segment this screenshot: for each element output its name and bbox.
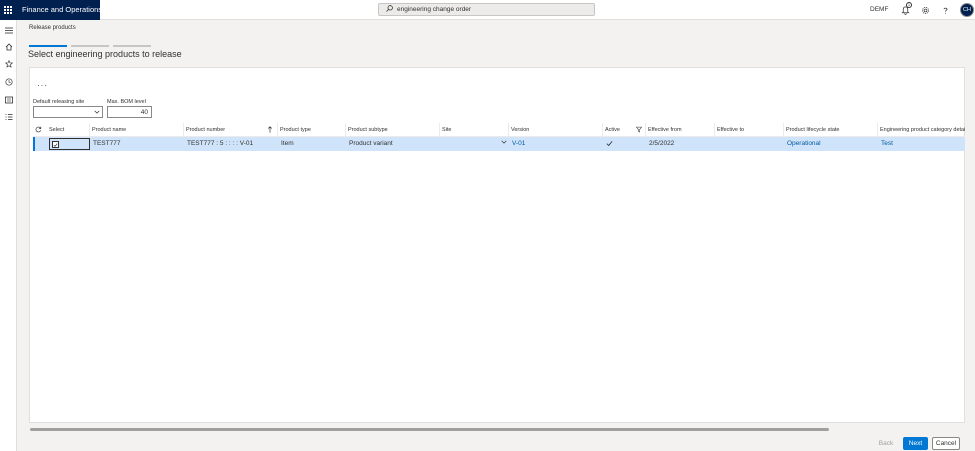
page-title: Select engineering products to release xyxy=(28,49,182,59)
product-number-cell[interactable]: TEST777 : 5 : : : : V-01 xyxy=(185,137,279,151)
navigation-rail xyxy=(0,20,17,451)
star-icon[interactable] xyxy=(3,58,14,69)
back-button[interactable]: Back xyxy=(873,437,899,450)
version-cell[interactable]: V-01 xyxy=(510,137,604,151)
column-header-effective-from[interactable]: Effective from xyxy=(645,123,714,137)
search-input[interactable]: engineering change order xyxy=(397,6,471,13)
hamburger-icon[interactable] xyxy=(3,25,14,36)
clock-icon[interactable] xyxy=(3,76,14,87)
site-dropdown[interactable] xyxy=(33,106,103,118)
scrollbar-thumb[interactable] xyxy=(30,428,829,431)
site-cell[interactable] xyxy=(441,137,510,151)
workspace-icon[interactable] xyxy=(3,94,14,105)
waffle-icon[interactable] xyxy=(0,0,16,20)
list-icon[interactable] xyxy=(3,111,14,122)
column-header-product-name[interactable]: Product name xyxy=(89,123,183,137)
column-header-active[interactable]: Active xyxy=(602,123,634,137)
table-row[interactable]: TEST777 TEST777 : 5 : : : : V-01 Item Pr… xyxy=(33,137,965,151)
next-button[interactable]: Next xyxy=(903,437,928,450)
bom-level-label: Max. BOM level xyxy=(107,99,146,105)
content-card: ··· Default releasing site Max. BOM leve… xyxy=(29,67,965,423)
checkmark-icon xyxy=(53,142,58,147)
top-navigation-bar: Finance and Operations engineering chang… xyxy=(0,0,975,20)
refresh-icon[interactable] xyxy=(33,123,47,137)
column-header-site[interactable]: Site xyxy=(439,123,508,137)
effective-from-cell[interactable]: 2/5/2022 xyxy=(647,137,716,151)
effective-to-cell[interactable] xyxy=(716,137,785,151)
product-name-cell[interactable]: TEST777 xyxy=(91,137,185,151)
column-header-effective-to[interactable]: Effective to xyxy=(714,123,783,137)
wizard-step-1 xyxy=(29,45,67,47)
product-type-cell[interactable]: Item xyxy=(279,137,347,151)
select-cell[interactable] xyxy=(49,138,90,150)
chevron-down-icon[interactable] xyxy=(501,137,507,151)
cancel-button[interactable]: Cancel xyxy=(932,437,960,450)
notification-badge: 1 xyxy=(906,2,912,8)
more-options-icon[interactable]: ··· xyxy=(37,81,48,90)
help-icon[interactable] xyxy=(939,4,951,16)
action-pane-release-products[interactable]: Release products xyxy=(29,25,76,31)
column-header-version[interactable]: Version xyxy=(508,123,602,137)
active-cell xyxy=(604,137,647,151)
site-label: Default releasing site xyxy=(33,99,85,105)
home-icon[interactable] xyxy=(3,41,14,52)
horizontal-scrollbar[interactable] xyxy=(29,428,965,431)
sort-ascending-icon[interactable] xyxy=(267,126,273,135)
filter-icon[interactable] xyxy=(635,126,643,135)
company-picker[interactable]: DEMF xyxy=(870,0,888,20)
column-header-product-type[interactable]: Product type xyxy=(277,123,345,137)
column-header-category-details[interactable]: Engineering product category details xyxy=(877,123,965,137)
column-header-product-subtype[interactable]: Product subtype xyxy=(345,123,439,137)
category-details-cell[interactable]: Test xyxy=(879,137,965,151)
wizard-progress xyxy=(29,45,151,47)
chevron-down-icon[interactable] xyxy=(94,109,100,117)
products-grid: Select Product name Product number Produ… xyxy=(33,123,965,151)
grid-header: Select Product name Product number Produ… xyxy=(33,123,965,137)
search-box[interactable]: engineering change order xyxy=(378,3,595,16)
wizard-step-3 xyxy=(113,45,151,47)
checkmark-icon xyxy=(606,141,613,147)
lifecycle-state-cell[interactable]: Operational xyxy=(785,137,879,151)
bom-level-input[interactable] xyxy=(107,106,152,118)
gear-icon[interactable] xyxy=(919,4,931,16)
search-icon xyxy=(386,5,393,14)
wizard-step-2 xyxy=(71,45,109,47)
avatar[interactable]: CH xyxy=(960,3,974,17)
bell-icon[interactable]: 1 xyxy=(899,2,912,16)
column-header-select[interactable]: Select xyxy=(47,123,89,137)
select-checkbox[interactable] xyxy=(52,141,59,148)
app-title[interactable]: Finance and Operations xyxy=(16,0,102,20)
column-header-lifecycle-state[interactable]: Product lifecycle state xyxy=(783,123,877,137)
column-header-product-number[interactable]: Product number xyxy=(183,123,265,137)
product-subtype-cell[interactable]: Product variant xyxy=(347,137,441,151)
